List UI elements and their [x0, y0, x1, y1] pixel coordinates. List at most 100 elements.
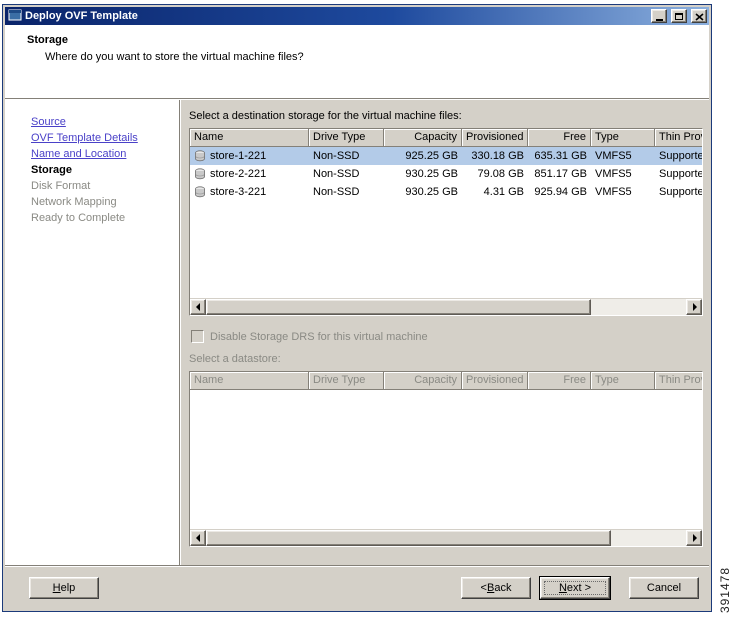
- datastore-table-header: Name Drive Type Capacity Provisioned Fre…: [190, 372, 702, 390]
- nav-step-source[interactable]: Source: [31, 114, 179, 130]
- minimize-icon: [655, 18, 663, 21]
- cancel-button[interactable]: Cancel: [629, 576, 699, 599]
- column-header-free[interactable]: Free: [528, 129, 591, 147]
- window-title: Deploy OVF Template: [25, 10, 138, 22]
- close-icon: [694, 9, 704, 24]
- datastore-name: store-2-221: [210, 168, 267, 180]
- help-label-post: elp: [60, 581, 76, 594]
- cancel-label: Cancel: [646, 581, 682, 594]
- minimize-button[interactable]: [651, 9, 667, 23]
- cell-free: 635.31 GB: [534, 150, 587, 162]
- nav-step-disk-format: Disk Format: [31, 180, 91, 192]
- table-row-store-2-221[interactable]: store-2-221 Non-SSD 930.25 GB 79.08 GB 8…: [190, 165, 702, 183]
- column-header-drive-type[interactable]: Drive Type: [309, 129, 384, 147]
- column-header-name[interactable]: Name: [190, 129, 309, 147]
- wizard-header: Storage Where do you want to store the v…: [5, 25, 709, 99]
- column-header-provisioned[interactable]: Provisioned: [462, 129, 528, 147]
- wizard-body: Source OVF Template Details Name and Loc…: [5, 99, 709, 565]
- cell-type: VMFS5: [595, 186, 632, 198]
- scrollbar-thumb[interactable]: [206, 299, 591, 315]
- step-subtitle: Where do you want to store the virtual m…: [45, 51, 304, 63]
- back-label-accel: B: [486, 581, 495, 594]
- arrow-left-icon: [195, 534, 200, 542]
- app-icon: [8, 8, 22, 25]
- datastore-name: store-3-221: [210, 186, 267, 198]
- column-header-name: Name: [190, 372, 309, 390]
- nav-step-network-mapping: Network Mapping: [31, 196, 117, 208]
- cell-drive-type: Non-SSD: [313, 150, 360, 162]
- table-row-store-1-221[interactable]: store-1-221 Non-SSD 925.25 GB 330.18 GB …: [190, 147, 702, 165]
- column-header-type: Type: [591, 372, 655, 390]
- column-header-thin-provisioning[interactable]: Thin Prov: [655, 129, 702, 147]
- help-label-accel: H: [52, 581, 61, 594]
- datastore-icon: [194, 150, 206, 162]
- destination-storage-table: Name Drive Type Capacity Provisioned Fre…: [189, 128, 703, 316]
- table-row-store-3-221[interactable]: store-3-221 Non-SSD 930.25 GB 4.31 GB 92…: [190, 183, 702, 201]
- nav-step-name-and-location[interactable]: Name and Location: [31, 146, 179, 162]
- cell-drive-type: Non-SSD: [313, 186, 360, 198]
- maximize-button[interactable]: [671, 9, 687, 23]
- cell-thin-provisioning: Supporte: [659, 186, 703, 198]
- next-label-accel: N: [558, 581, 567, 594]
- cell-name: store-1-221: [190, 150, 309, 162]
- arrow-right-icon: [692, 534, 697, 542]
- storage-table-header: Name Drive Type Capacity Provisioned Fre…: [190, 129, 702, 147]
- cell-capacity: 930.25 GB: [405, 186, 458, 198]
- back-label-post: ack: [494, 581, 512, 594]
- column-header-type[interactable]: Type: [591, 129, 655, 147]
- nav-step-ready-to-complete: Ready to Complete: [31, 212, 126, 224]
- storage-table-body: store-1-221 Non-SSD 925.25 GB 330.18 GB …: [190, 147, 702, 201]
- cell-name: store-2-221: [190, 168, 309, 180]
- cell-free: 851.17 GB: [534, 168, 587, 180]
- drs-checkbox-row: Disable Storage DRS for this virtual mac…: [191, 330, 703, 343]
- scroll-left-button[interactable]: [190, 530, 206, 546]
- page: Deploy OVF Template Storage Where do you…: [0, 0, 733, 619]
- column-header-drive-type: Drive Type: [309, 372, 384, 390]
- cell-capacity: 930.25 GB: [405, 168, 458, 180]
- nav-step-ovf-template-details[interactable]: OVF Template Details: [31, 130, 179, 146]
- datastore-name: store-1-221: [210, 150, 267, 162]
- help-button[interactable]: Help: [29, 576, 99, 599]
- cell-type: VMFS5: [595, 150, 632, 162]
- arrow-right-icon: [692, 303, 697, 311]
- cell-capacity: 925.25 GB: [405, 150, 458, 162]
- cell-free: 925.94 GB: [534, 186, 587, 198]
- horizontal-scrollbar[interactable]: [190, 298, 702, 315]
- select-datastore-label: Select a datastore:: [189, 353, 281, 365]
- cell-drive-type: Non-SSD: [313, 168, 360, 180]
- datastore-icon: [194, 168, 206, 180]
- wizard-footer: Help < Back Next > Cancel: [5, 565, 709, 609]
- scroll-right-button[interactable]: [686, 299, 702, 315]
- column-header-capacity: Capacity: [384, 372, 462, 390]
- back-button[interactable]: < Back: [461, 576, 531, 599]
- drs-checkbox: [191, 330, 204, 343]
- scrollbar-thumb[interactable]: [206, 530, 611, 546]
- wizard-steps-nav: Source OVF Template Details Name and Loc…: [5, 100, 180, 565]
- horizontal-scrollbar[interactable]: [190, 529, 702, 546]
- drs-checkbox-label: Disable Storage DRS for this virtual mac…: [210, 330, 428, 343]
- column-header-thin-provisioning: Thin Provis: [655, 372, 702, 390]
- column-header-capacity[interactable]: Capacity: [384, 129, 462, 147]
- column-header-provisioned: Provisioned: [462, 372, 528, 390]
- datastore-table: Name Drive Type Capacity Provisioned Fre…: [189, 371, 703, 547]
- cell-provisioned: 330.18 GB: [471, 150, 524, 162]
- cell-name: store-3-221: [190, 186, 309, 198]
- scroll-right-button[interactable]: [686, 530, 702, 546]
- next-label-post: ext >: [566, 581, 592, 594]
- cell-type: VMFS5: [595, 168, 632, 180]
- destination-storage-label: Select a destination storage for the vir…: [189, 110, 462, 122]
- step-content: Select a destination storage for the vir…: [180, 100, 709, 565]
- maximize-icon: [675, 12, 683, 20]
- cell-thin-provisioning: Supporte: [659, 150, 703, 162]
- deploy-ovf-template-dialog: Deploy OVF Template Storage Where do you…: [2, 4, 712, 612]
- scroll-left-button[interactable]: [190, 299, 206, 315]
- column-header-free: Free: [528, 372, 591, 390]
- cell-thin-provisioning: Supporte: [659, 168, 703, 180]
- nav-step-storage: Storage: [31, 164, 72, 176]
- close-button[interactable]: [691, 9, 707, 23]
- step-title: Storage: [27, 34, 68, 46]
- titlebar[interactable]: Deploy OVF Template: [5, 7, 709, 25]
- next-button[interactable]: Next >: [539, 575, 611, 600]
- cell-provisioned: 79.08 GB: [477, 168, 524, 180]
- figure-number: 391478: [718, 566, 732, 613]
